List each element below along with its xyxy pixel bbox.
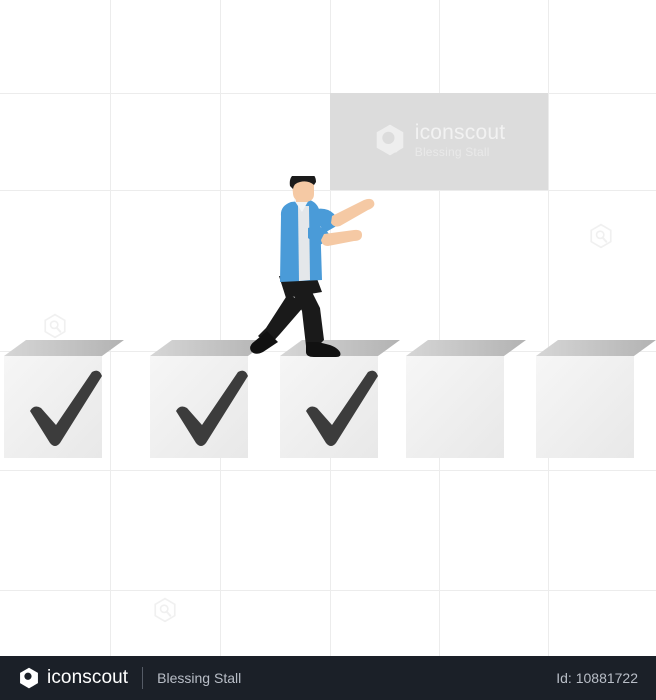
grid-line-horizontal bbox=[0, 590, 656, 591]
footer-asset-id: Id: 10881722 bbox=[556, 670, 638, 686]
iconscout-hexagon-magnifier-icon bbox=[20, 667, 38, 689]
checklist-box-5 bbox=[532, 334, 656, 462]
screenshot-root: iconscout Blessing Stall iconscout Bless… bbox=[0, 0, 656, 700]
watermark-brand: iconscout bbox=[414, 120, 506, 144]
box-top-face bbox=[4, 340, 124, 356]
hexagon-magnifier-icon bbox=[590, 223, 612, 249]
box-front-face bbox=[406, 356, 504, 458]
box-top-face bbox=[406, 340, 526, 356]
checklist-box-4 bbox=[402, 334, 530, 462]
grid-line-vertical bbox=[548, 0, 549, 656]
footer-divider bbox=[142, 667, 144, 689]
hexagon-magnifier-icon bbox=[154, 597, 176, 623]
iconscout-hexagon-magnifier-icon bbox=[376, 124, 404, 155]
box-front-face bbox=[536, 356, 634, 458]
character-upper-forearm bbox=[331, 198, 375, 227]
footer-author-name: Blessing Stall bbox=[157, 670, 242, 686]
grid-line-horizontal bbox=[0, 470, 656, 471]
checklist-box-graphic bbox=[406, 340, 526, 458]
watermark-texts: iconscout Blessing Stall bbox=[415, 122, 506, 158]
checklist-box-1 bbox=[0, 334, 128, 462]
checklist-box-graphic bbox=[4, 340, 124, 458]
character-shirt-stripe bbox=[298, 206, 310, 281]
illustration-artboard: iconscout Blessing Stall bbox=[0, 0, 656, 656]
footer-brand-name: iconscout bbox=[47, 667, 129, 688]
footer-bar: iconscout Blessing Stall Id: 10881722 bbox=[0, 656, 656, 700]
grid-line-horizontal bbox=[0, 93, 656, 94]
grid-line-vertical bbox=[220, 0, 221, 656]
watermark-author: Blessing Stall bbox=[414, 144, 490, 159]
watermark-content: iconscout Blessing Stall bbox=[373, 122, 506, 158]
grid-line-vertical bbox=[110, 0, 111, 656]
character-front-shoe bbox=[306, 342, 341, 357]
checklist-box-graphic bbox=[536, 340, 656, 458]
box-top-face bbox=[536, 340, 656, 356]
running-businessman bbox=[250, 176, 375, 357]
